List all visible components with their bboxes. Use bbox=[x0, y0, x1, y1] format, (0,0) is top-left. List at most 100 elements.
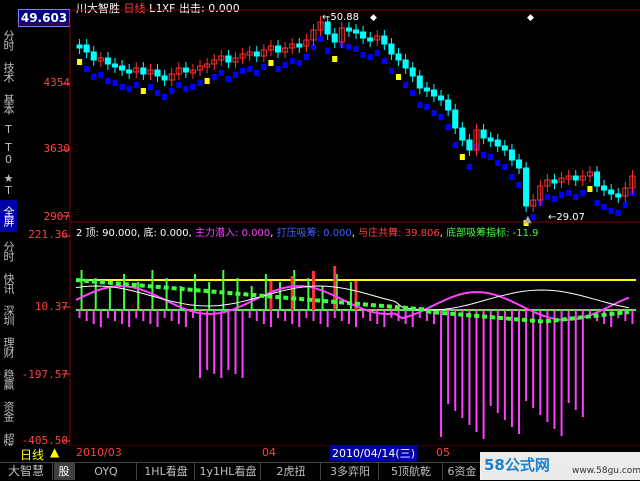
cloud-block bbox=[481, 152, 487, 158]
cloud-block bbox=[91, 74, 97, 80]
cloud-block bbox=[318, 36, 324, 42]
candle-body bbox=[601, 185, 608, 191]
candle-body bbox=[494, 139, 501, 147]
cloud-block bbox=[162, 94, 168, 100]
watermark-url: www.58gu.com bbox=[572, 466, 640, 476]
tab-1hl[interactable]: 1HL看盘 bbox=[138, 463, 195, 480]
candle-body bbox=[572, 175, 579, 181]
cloud-block bbox=[133, 82, 139, 88]
cloud-block bbox=[154, 90, 161, 96]
candle-body bbox=[381, 35, 388, 45]
watermark: 58公式网 www.58gu.com bbox=[480, 452, 640, 480]
indicator-magenta-line bbox=[75, 285, 630, 321]
candle-body bbox=[119, 65, 126, 71]
candle-body bbox=[416, 75, 423, 89]
period-indicator[interactable]: 日线 bbox=[20, 446, 44, 463]
cloud-block bbox=[197, 80, 203, 86]
candle-body bbox=[395, 53, 402, 61]
cloud-block bbox=[211, 74, 217, 80]
chart-canvas[interactable]: ←50.88 ←29.07 ◆ ◆ ▲ bbox=[0, 0, 640, 480]
cloud-block bbox=[232, 72, 239, 78]
candle-body bbox=[253, 51, 260, 57]
cloud-block bbox=[247, 66, 253, 72]
candle-body bbox=[182, 67, 189, 73]
candle-body bbox=[508, 149, 515, 161]
ind-bottom-value: 0.000 bbox=[160, 228, 189, 239]
cloud-block bbox=[275, 66, 281, 72]
ind-absorb-value: 0.000 bbox=[323, 228, 352, 239]
candle-body bbox=[76, 44, 83, 49]
cloud-block bbox=[445, 124, 451, 130]
ind-mainin-label: 主力潜入: bbox=[195, 228, 239, 239]
tab-1y1hl[interactable]: 1y1HL看盘 bbox=[196, 463, 261, 480]
cloud-block bbox=[296, 60, 302, 66]
ind-bottom-label: 底: bbox=[143, 228, 157, 239]
cloud-block bbox=[509, 174, 515, 180]
candle-body bbox=[83, 44, 90, 53]
cloud-block bbox=[176, 82, 182, 88]
tab-huniu[interactable]: 2虎扭 bbox=[262, 463, 321, 480]
candle-body bbox=[90, 51, 97, 61]
candle-body bbox=[140, 67, 147, 75]
cloud-block bbox=[587, 186, 593, 192]
cloud-block bbox=[559, 192, 565, 198]
cloud-block bbox=[388, 68, 394, 74]
candle-body bbox=[345, 27, 352, 32]
indicator-bar: 2 顶: 90.000, 底: 0.000, 主力潜入: 0.000, 打压吸筹… bbox=[76, 228, 539, 239]
time-label: 2010/03 bbox=[76, 446, 122, 459]
tab-dinghangqian[interactable]: 5顶航乾 bbox=[380, 463, 443, 480]
cloud-block bbox=[551, 196, 558, 202]
candles-layer bbox=[76, 16, 636, 212]
candle-body bbox=[126, 69, 133, 74]
candle-body bbox=[459, 127, 466, 141]
cloud-block bbox=[573, 194, 579, 200]
cloud-block bbox=[395, 74, 402, 80]
cloud-block bbox=[459, 154, 465, 160]
cloud-block bbox=[218, 70, 224, 76]
cloud-block bbox=[608, 208, 614, 214]
ind-base-value: -11.9 bbox=[512, 228, 539, 239]
candle-body bbox=[466, 139, 473, 151]
tab-oyq[interactable]: OYQ bbox=[76, 463, 137, 480]
cloud-block bbox=[495, 160, 501, 166]
cloud-block bbox=[105, 78, 111, 84]
candle-body bbox=[409, 67, 416, 77]
cloud-block bbox=[289, 58, 295, 64]
candle-body bbox=[388, 43, 395, 55]
candle-body bbox=[593, 171, 601, 187]
candle-body bbox=[430, 89, 438, 97]
cloud-block bbox=[360, 52, 366, 58]
candle-body bbox=[515, 159, 523, 169]
cloud-block bbox=[438, 114, 444, 120]
diamond-marker: ◆ bbox=[527, 13, 534, 23]
cloud-block bbox=[303, 54, 309, 60]
tab-duoyiyang[interactable]: 3多弈阳 bbox=[322, 463, 379, 480]
candle-body bbox=[225, 55, 232, 63]
candle-body bbox=[274, 45, 282, 53]
candle-body bbox=[608, 189, 615, 195]
tab-zijin[interactable]: 6资金 bbox=[444, 463, 481, 480]
cloud-block bbox=[332, 56, 338, 62]
candle-body bbox=[402, 59, 409, 69]
cloud-block bbox=[268, 60, 274, 66]
ind-dance-value: 39.806 bbox=[404, 228, 440, 239]
candle-body bbox=[615, 193, 622, 198]
candle-body bbox=[104, 57, 111, 65]
indicator-layer bbox=[75, 266, 636, 439]
candle-body bbox=[331, 33, 338, 43]
tab-stock[interactable]: 股 bbox=[54, 463, 75, 480]
cloud-block bbox=[566, 190, 572, 196]
cloud-block bbox=[346, 44, 352, 50]
cloud-block bbox=[77, 59, 83, 65]
cloud-block bbox=[190, 84, 196, 90]
candle-body bbox=[480, 129, 487, 139]
cloud-block bbox=[594, 200, 600, 206]
cloud-block bbox=[183, 86, 189, 92]
cloud-block bbox=[169, 88, 175, 94]
candle-body bbox=[523, 167, 530, 207]
candle-body bbox=[324, 21, 331, 35]
time-label: 05 bbox=[436, 446, 450, 459]
candle-body bbox=[438, 95, 445, 101]
cloud-block bbox=[325, 48, 331, 54]
cloud-block bbox=[466, 164, 472, 170]
